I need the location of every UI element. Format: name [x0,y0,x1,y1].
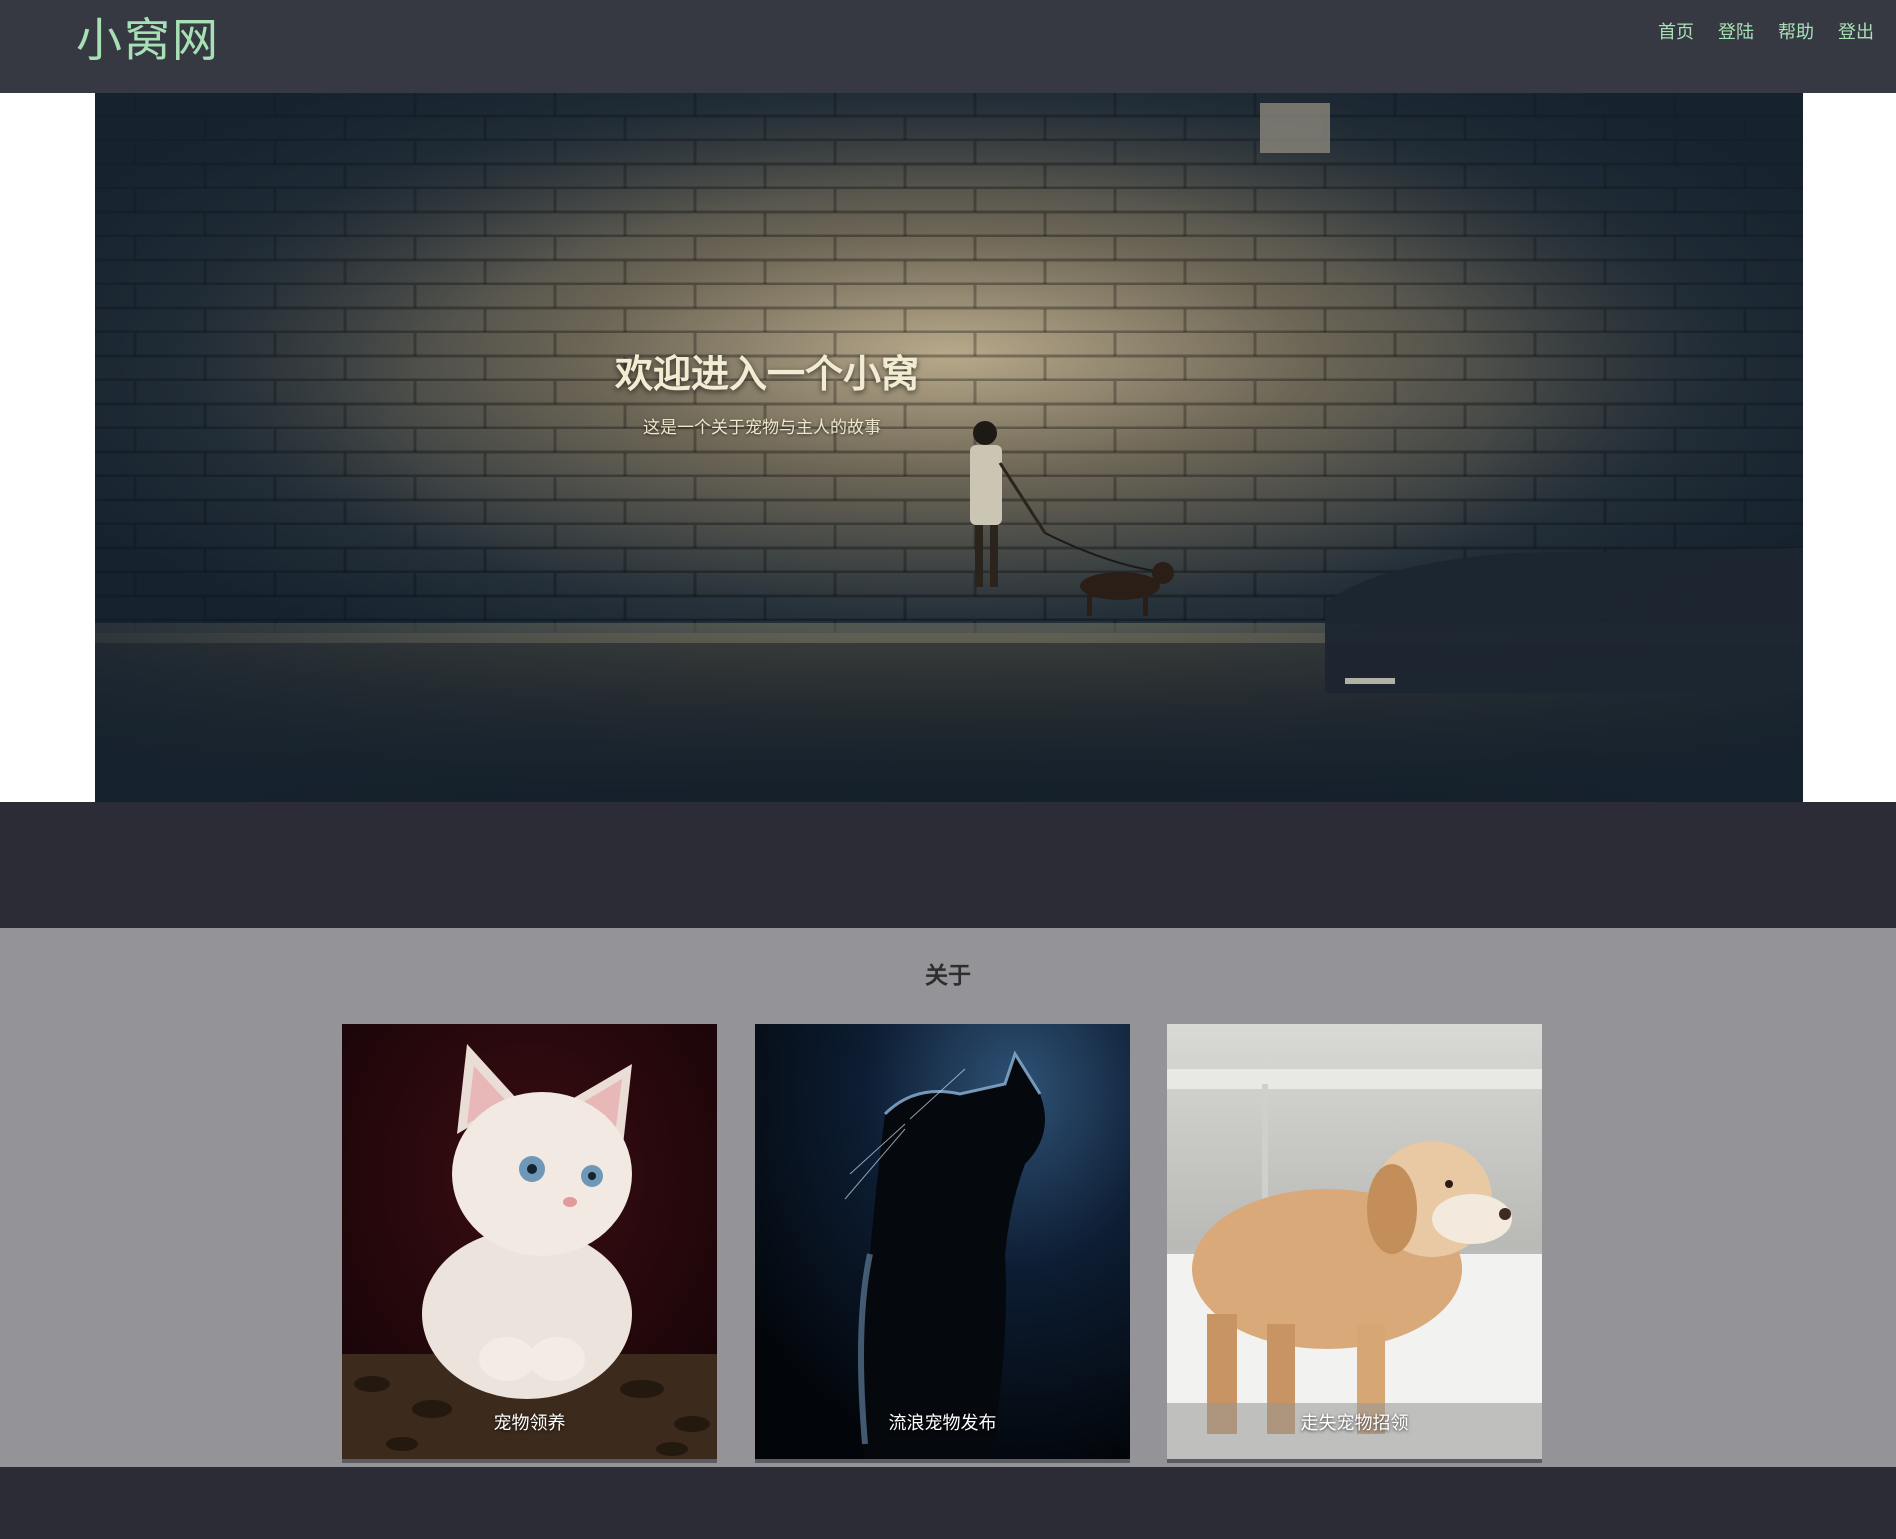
site-logo[interactable]: 小窝网 [76,4,220,70]
card-caption-lost-pet-found: 走失宠物招领 [1167,1403,1542,1463]
about-section: 关于 宠物领养 流浪宠物发布 走失宠物招领 [0,928,1896,1467]
nav-login-link[interactable]: 登陆 [1718,18,1754,44]
about-title: 关于 [925,963,971,989]
dark-spacer-band [0,802,1896,928]
card-bottom-bar [1167,1459,1542,1463]
nav-help-link[interactable]: 帮助 [1778,18,1814,44]
card-pet-adoption[interactable]: 宠物领养 [342,1024,717,1463]
nav-home-link[interactable]: 首页 [1658,18,1694,44]
nav-links: 首页 登陆 帮助 登出 [1658,18,1874,44]
white-kitten-image [342,1024,717,1463]
card-bottom-bar [755,1459,1130,1463]
nav-logout-link[interactable]: 登出 [1838,18,1874,44]
hero-banner: 欢迎进入一个小窝 这是一个关于宠物与主人的故事 [95,93,1803,802]
card-caption-stray-pet-post: 流浪宠物发布 [888,1413,997,1434]
card-caption-pet-adoption: 宠物领养 [493,1413,566,1434]
hero-night-street-image [95,93,1803,802]
hero-title: 欢迎进入一个小窝 [615,352,920,396]
card-bottom-bar [342,1459,717,1463]
golden-retriever-image [1167,1024,1542,1463]
cat-silhouette-image [755,1024,1130,1463]
card-stray-pet-post[interactable]: 流浪宠物发布 [755,1024,1130,1463]
hero-subtitle: 这是一个关于宠物与主人的故事 [643,418,881,438]
top-navbar: 小窝网 首页 登陆 帮助 登出 [0,0,1896,93]
page-footer [0,1467,1896,1539]
card-lost-pet-found[interactable]: 走失宠物招领 [1167,1024,1542,1463]
